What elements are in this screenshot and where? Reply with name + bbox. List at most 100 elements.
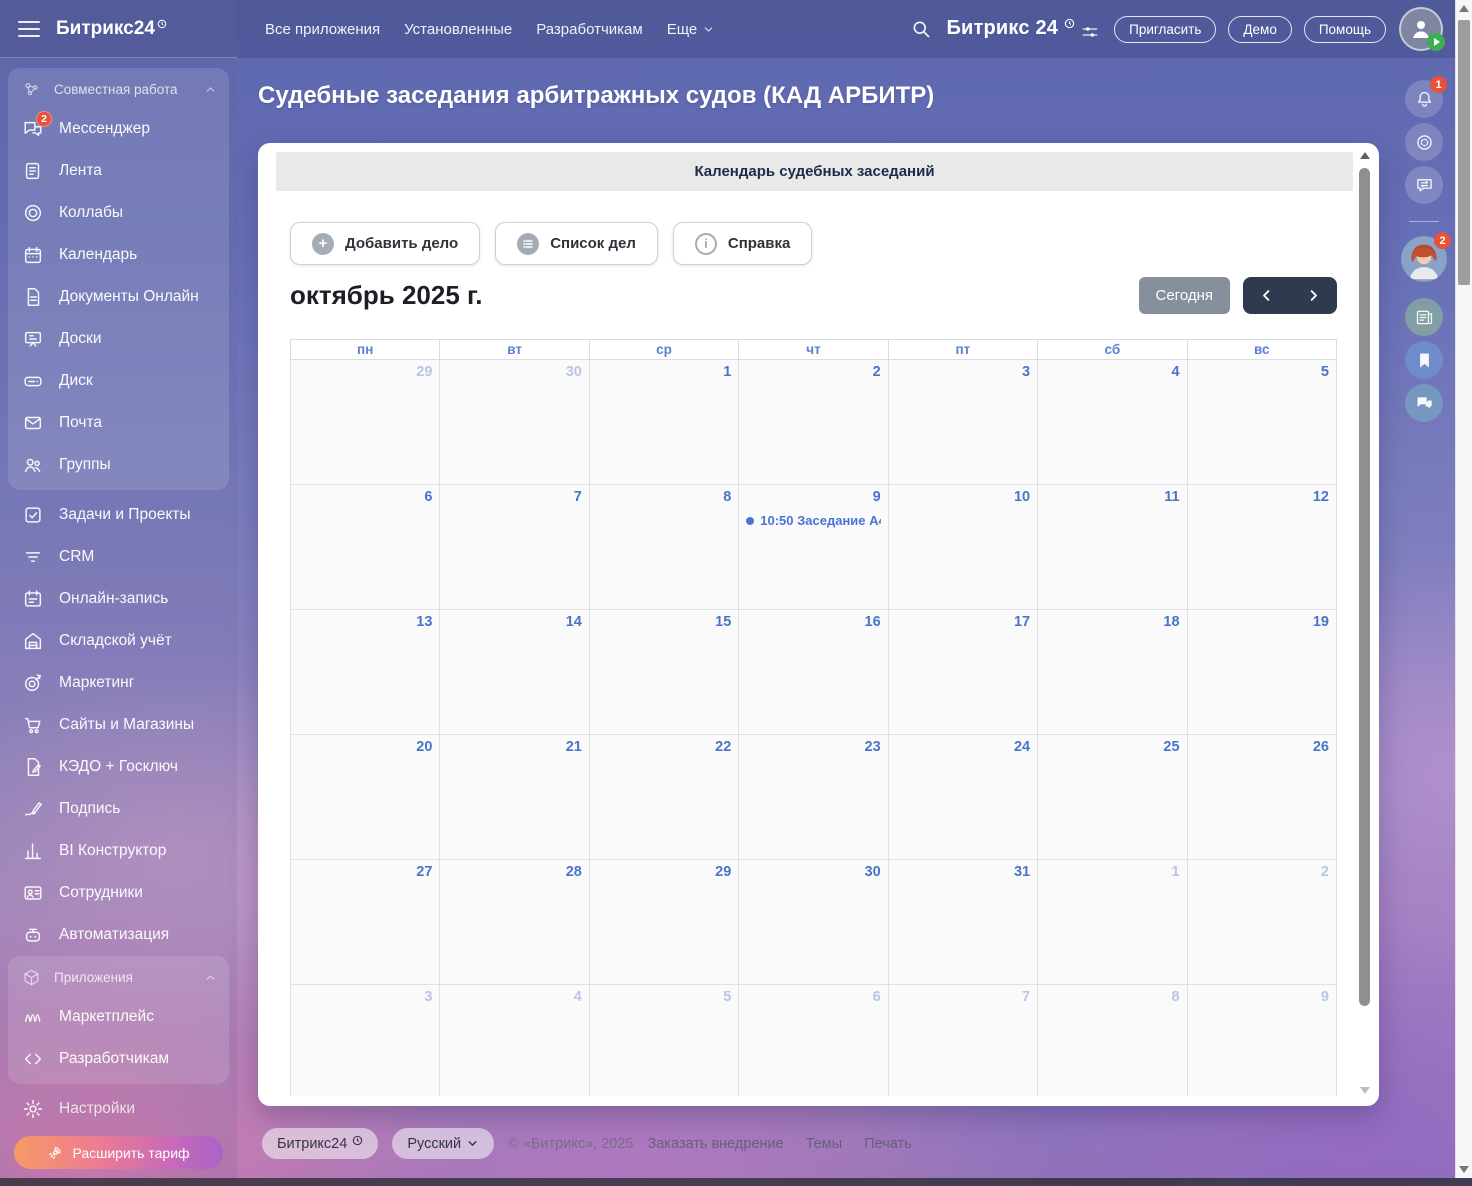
scroll-up-arrow[interactable] [1360,152,1370,159]
day-cell-9[interactable]: 910:50 Заседание А4 [739,485,888,610]
sidebar-item[interactable]: Коллабы [8,192,229,234]
page-scrollbar[interactable] [1455,0,1472,1178]
sidebar-item[interactable]: Подпись [8,788,229,830]
day-cell-9[interactable]: 9 [1187,985,1336,1097]
sidebar-section-header[interactable]: Совместная работа [8,70,229,108]
day-cell-5[interactable]: 5 [589,985,738,1097]
footer-brand-button[interactable]: Битрикс24 [262,1128,378,1159]
sidebar-item[interactable]: Календарь [8,234,229,276]
day-cell-25[interactable]: 25 [1038,735,1187,860]
sidebar-item[interactable]: Группы [8,444,229,486]
sidebar-item[interactable]: КЭДО + Госключ [8,746,229,788]
day-cell-16[interactable]: 16 [739,610,888,735]
sidebar-section-header[interactable]: Приложения [8,958,229,996]
day-cell-29[interactable]: 29 [291,360,440,485]
page-scroll-down-arrow[interactable] [1459,1166,1469,1173]
rail-button-messages-icon[interactable] [1405,384,1443,422]
day-cell-1[interactable]: 1 [589,360,738,485]
nav-item-2[interactable]: Установленные [404,21,512,38]
sidebar-item[interactable]: Разработчикам [8,1038,229,1080]
day-cell-13[interactable]: 13 [291,610,440,735]
sidebar-item[interactable]: Маркетинг [8,662,229,704]
day-cell-4[interactable]: 4 [1038,360,1187,485]
toolbar-button-2[interactable]: Список дел [495,222,658,265]
user-profile-avatar[interactable]: 2 [1401,236,1447,282]
toolbar-button-3[interactable]: iСправка [673,222,812,265]
day-cell-8[interactable]: 8 [589,485,738,610]
topbar-button-2[interactable]: Демо [1228,16,1291,43]
day-cell-31[interactable]: 31 [888,860,1037,985]
day-cell-24[interactable]: 24 [888,735,1037,860]
nav-item-4[interactable]: Еще [667,21,716,38]
day-cell-15[interactable]: 15 [589,610,738,735]
scrollbar-thumb[interactable] [1359,168,1370,1006]
nav-item-3[interactable]: Разработчикам [536,21,642,38]
sidebar-item[interactable]: Диск [8,360,229,402]
day-cell-6[interactable]: 6 [739,985,888,1097]
day-cell-26[interactable]: 26 [1187,735,1336,860]
day-cell-14[interactable]: 14 [440,610,589,735]
today-button[interactable]: Сегодня [1139,277,1231,314]
day-cell-18[interactable]: 18 [1038,610,1187,735]
day-cell-30[interactable]: 30 [440,360,589,485]
page-scroll-up-arrow[interactable] [1459,5,1469,12]
day-cell-23[interactable]: 23 [739,735,888,860]
day-cell-27[interactable]: 27 [291,860,440,985]
sidebar-item[interactable]: Складской учёт [8,620,229,662]
sidebar-item[interactable]: Задачи и Проекты [8,494,229,536]
user-avatar[interactable] [1399,7,1443,51]
day-cell-7[interactable]: 7 [440,485,589,610]
sidebar-item[interactable]: Онлайн-запись [8,578,229,620]
day-cell-21[interactable]: 21 [440,735,589,860]
sidebar-item[interactable]: Маркетплейс [8,996,229,1038]
day-cell-4[interactable]: 4 [440,985,589,1097]
sidebar-item[interactable]: Сотрудники [8,872,229,914]
footer-link-2[interactable]: Темы [806,1136,843,1152]
day-cell-5[interactable]: 5 [1187,360,1336,485]
calendar-event[interactable]: 10:50 Заседание А4 [746,513,880,528]
day-cell-22[interactable]: 22 [589,735,738,860]
sidebar-item[interactable]: CRM [8,536,229,578]
day-cell-19[interactable]: 19 [1187,610,1336,735]
rail-button-chat-translate-icon[interactable] [1405,166,1443,204]
rail-button-bookmark-icon[interactable] [1405,341,1443,379]
day-cell-28[interactable]: 28 [440,860,589,985]
rail-button-copilot-icon[interactable] [1405,123,1443,161]
topbar-button-1[interactable]: Пригласить [1114,16,1216,43]
sidebar-item[interactable]: Сайты и Магазины [8,704,229,746]
sidebar-item[interactable]: BI Конструктор [8,830,229,872]
nav-item-1[interactable]: Все приложения [265,21,380,38]
day-cell-2[interactable]: 2 [739,360,888,485]
sidebar-item[interactable]: Автоматизация [8,914,229,956]
day-cell-30[interactable]: 30 [739,860,888,985]
menu-toggle-icon[interactable] [18,21,40,37]
page-scrollbar-thumb[interactable] [1458,20,1470,285]
search-icon[interactable] [911,19,931,39]
day-cell-12[interactable]: 12 [1187,485,1336,610]
day-cell-11[interactable]: 11 [1038,485,1187,610]
topbar-button-3[interactable]: Помощь [1304,16,1386,43]
footer-link-3[interactable]: Печать [864,1136,912,1152]
day-cell-1[interactable]: 1 [1038,860,1187,985]
sidebar-item[interactable]: Лента [8,150,229,192]
language-selector[interactable]: Русский [392,1128,494,1159]
sidebar-item[interactable]: 2Мессенджер [8,108,229,150]
day-cell-2[interactable]: 2 [1187,860,1336,985]
rail-button-bell-icon[interactable]: 1 [1405,80,1443,118]
sidebar-item[interactable]: Настройки [8,1088,229,1130]
toolbar-button-1[interactable]: +Добавить дело [290,222,480,265]
scroll-down-arrow[interactable] [1360,1087,1370,1094]
day-cell-29[interactable]: 29 [589,860,738,985]
card-scrollbar[interactable] [1358,148,1372,1098]
app-logo[interactable]: Битрикс24 [56,18,167,40]
day-cell-10[interactable]: 10 [888,485,1037,610]
sliders-icon[interactable] [1081,23,1099,41]
day-cell-7[interactable]: 7 [888,985,1037,1097]
sidebar-item[interactable]: Почта [8,402,229,444]
footer-link-1[interactable]: Заказать внедрение [647,1136,783,1152]
upgrade-plan-button[interactable]: Расширить тариф [14,1136,223,1169]
day-cell-20[interactable]: 20 [291,735,440,860]
day-cell-17[interactable]: 17 [888,610,1037,735]
sidebar-item[interactable]: Доски [8,318,229,360]
rail-button-news-icon[interactable] [1405,298,1443,336]
